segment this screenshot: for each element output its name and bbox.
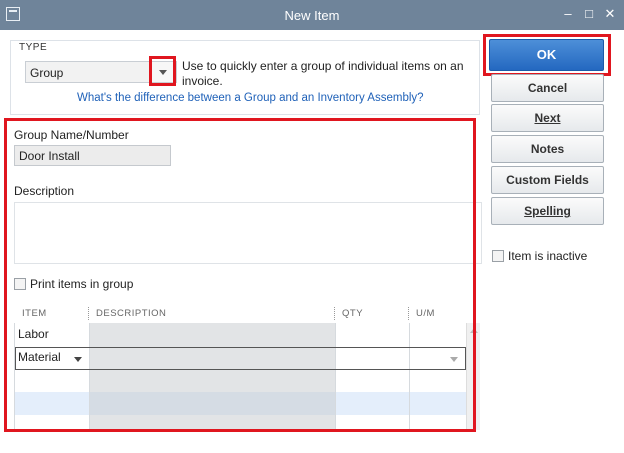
cancel-button[interactable]: Cancel (491, 74, 604, 102)
item-inactive-label: Item is inactive (508, 249, 588, 263)
window-titlebar: New Item – □ ✕ (0, 0, 624, 30)
custom-fields-button[interactable]: Custom Fields (491, 166, 604, 194)
maximize-icon[interactable]: □ (581, 5, 597, 23)
highlight-ok-button (483, 34, 611, 76)
highlight-group-details (4, 118, 476, 432)
spelling-button[interactable]: Spelling (491, 197, 604, 225)
minimize-icon[interactable]: – (560, 5, 576, 23)
checkbox-icon[interactable] (492, 250, 504, 262)
group-vs-assembly-link[interactable]: What's the difference between a Group an… (77, 92, 424, 104)
type-selected-value: Group (30, 66, 64, 80)
item-inactive-checkbox[interactable]: Item is inactive (492, 249, 587, 263)
type-description: Use to quickly enter a group of individu… (182, 59, 464, 88)
close-icon[interactable]: ✕ (602, 5, 618, 23)
notes-button[interactable]: Notes (491, 135, 604, 163)
type-label: TYPE (19, 42, 48, 53)
highlight-dropdown-arrow (149, 56, 176, 86)
window-title: New Item (284, 8, 340, 23)
next-button[interactable]: Next (491, 104, 604, 132)
